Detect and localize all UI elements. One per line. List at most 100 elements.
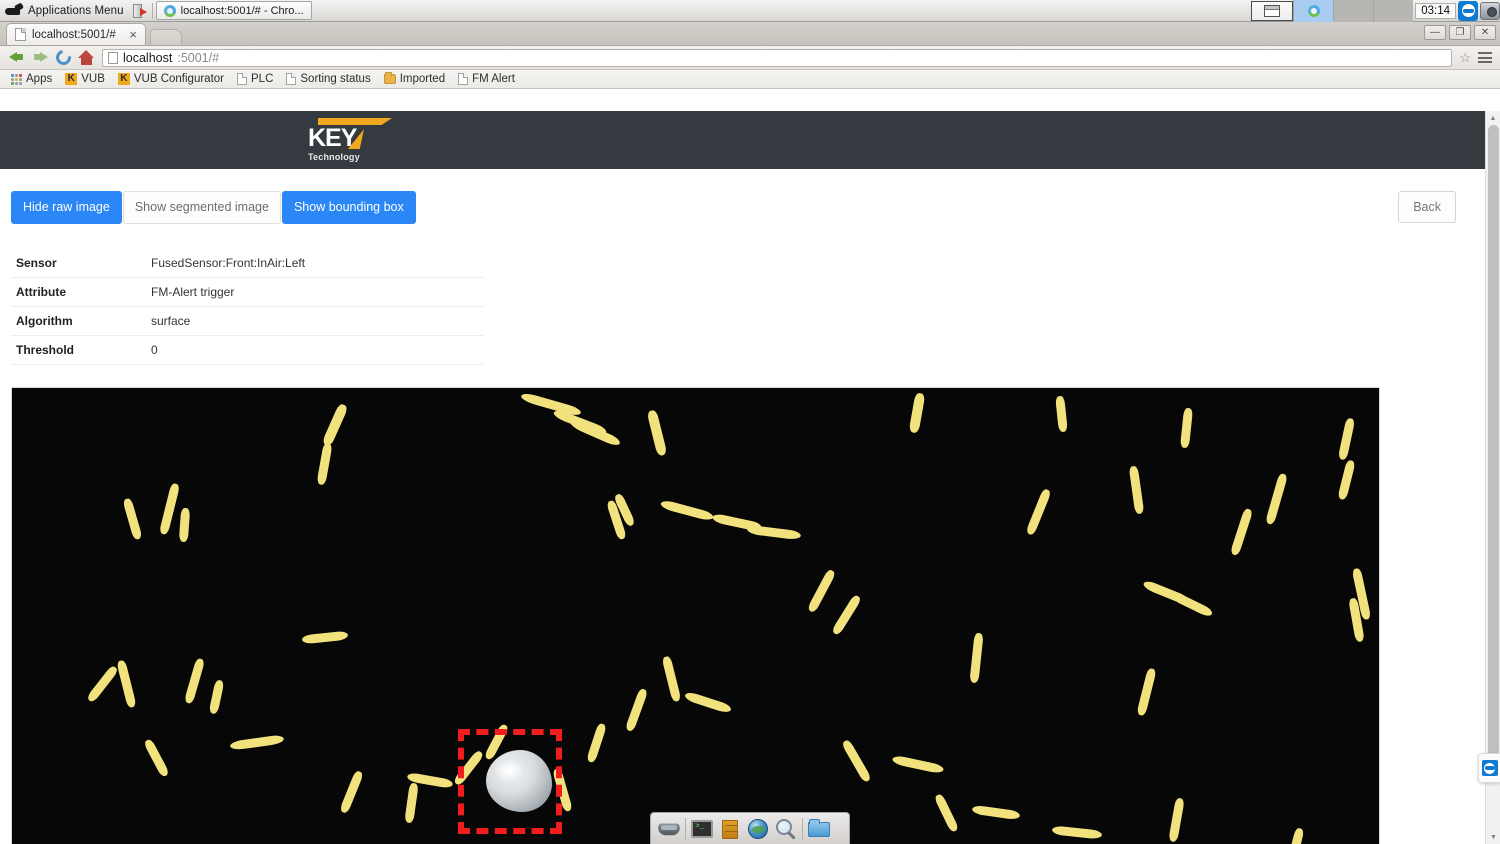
workspace-button-2[interactable] [1293,0,1334,22]
bookmark-label: Sorting status [300,73,371,85]
product-piece [661,655,682,702]
logo-tagline: Technology [308,152,360,162]
camera-icon[interactable] [1480,1,1500,20]
bookmark-plc[interactable]: PLC [232,72,278,86]
bookmarks-bar: Apps K VUB K VUB Configurator PLC Sortin… [0,70,1500,89]
show-bounding-box-button[interactable]: Show bounding box [281,191,416,224]
bookmark-label: Apps [26,73,53,85]
forward-navigation-icon[interactable] [32,49,49,66]
product-piece [831,593,862,636]
product-piece [339,769,364,814]
product-piece [1229,507,1254,556]
hide-raw-image-button[interactable]: Hide raw image [11,191,122,224]
product-piece [1170,590,1214,618]
display-settings-icon[interactable] [657,817,681,841]
desktop-dock [650,812,850,844]
dock-separator [685,817,686,840]
bookmark-star-icon[interactable]: ☆ [1459,50,1471,66]
product-piece [519,391,583,417]
back-button[interactable]: Back [1398,191,1456,224]
dock-separator [802,817,803,840]
workspace-button-4[interactable] [1373,0,1414,22]
reload-icon[interactable] [53,47,74,68]
product-piece [1136,667,1157,716]
bookmark-imported[interactable]: Imported [379,72,450,86]
file-cabinet-icon[interactable] [718,817,742,841]
tab-close-icon[interactable]: × [127,28,139,41]
terminal-icon[interactable] [690,817,714,841]
raw-camera-image[interactable] [11,386,1380,844]
teamviewer-icon [1481,760,1498,776]
bookmark-label: VUB Configurator [133,73,224,85]
bookmark-label: Imported [399,73,446,85]
folder-icon [383,72,396,84]
file-manager-icon[interactable] [807,817,831,841]
maximize-button[interactable]: ❐ [1449,25,1471,40]
product-piece [1128,465,1145,514]
product-piece [586,722,607,763]
bookmark-sorting-status[interactable]: Sorting status [281,72,375,86]
back-navigation-icon[interactable] [8,49,25,66]
browser-tab-strip: localhost:5001/# × — ❐ ✕ [0,22,1500,46]
page-scrollbar[interactable]: ▲ ▼ [1485,111,1500,844]
scroll-down-arrow-icon[interactable]: ▼ [1486,830,1500,844]
teamviewer-side-tab[interactable] [1478,753,1500,783]
product-piece [568,416,622,448]
product-piece [301,630,349,644]
scroll-up-arrow-icon[interactable]: ▲ [1486,111,1500,125]
hamburger-menu-icon[interactable] [1478,52,1492,63]
workspace-button-3[interactable] [1333,0,1374,22]
browser-window: localhost:5001/# × — ❐ ✕ localhost:5001/… [0,22,1500,844]
page-viewport: KEY Technology Hide raw image Show segme… [0,111,1500,844]
product-piece [1288,826,1305,844]
web-browser-icon[interactable] [746,817,770,841]
desktop-taskbar: Applications Menu localhost:5001/# - Chr… [0,0,1500,22]
show-segmented-image-button[interactable]: Show segmented image [122,191,281,224]
key-icon: K [117,73,130,85]
address-bar[interactable]: localhost :5001/# [102,48,1453,67]
bookmark-apps[interactable]: Apps [6,72,57,86]
close-button[interactable]: ✕ [1474,25,1496,40]
row-value: surface [146,306,484,336]
product-piece [1025,487,1052,536]
scrollbar-thumb[interactable] [1488,125,1499,758]
window-controls: — ❐ ✕ [1424,25,1496,40]
bookmark-label: FM Alert [472,73,515,85]
minimize-button[interactable]: — [1424,25,1446,40]
bookmark-label: VUB [81,73,105,85]
search-icon[interactable] [774,817,798,841]
product-piece [122,497,143,540]
row-value: FusedSensor:Front:InAir:Left [146,248,484,278]
taskbar-window-chrome[interactable]: localhost:5001/# - Chro... [155,1,312,20]
workspace-button-1[interactable] [1251,0,1294,21]
bookmark-vub[interactable]: K VUB [60,72,110,86]
product-piece [1168,797,1185,842]
table-row: Attribute FM-Alert trigger [11,277,484,307]
product-piece [1265,472,1288,525]
tab-title: localhost:5001/# [32,28,116,41]
logout-icon[interactable] [132,3,149,19]
taskbar-window-title: localhost:5001/# - Chro... [180,4,304,17]
table-row: Algorithm surface [11,306,484,336]
url-host: localhost [123,50,173,65]
product-piece [659,498,715,522]
web-page: KEY Technology Hide raw image Show segme… [0,111,1485,844]
site-header: KEY Technology [0,111,1485,169]
bookmark-fm-alert[interactable]: FM Alert [453,72,520,86]
bounding-box-overlay [458,728,562,834]
new-tab-button[interactable] [150,29,182,45]
bookmark-vub-configurator[interactable]: K VUB Configurator [113,72,229,86]
url-path: :5001/# [177,50,220,65]
row-key: Sensor [11,248,146,278]
home-icon[interactable] [78,50,95,65]
row-key: Threshold [11,335,146,365]
product-piece [891,754,945,774]
row-key: Attribute [11,277,146,307]
applications-menu-button[interactable]: Applications Menu [0,0,131,22]
teamviewer-icon[interactable] [1458,0,1478,21]
product-piece [933,792,960,833]
page-favicon-icon [108,51,118,64]
window-icon [1264,4,1281,17]
key-icon: K [65,73,78,85]
browser-tab[interactable]: localhost:5001/# × [6,23,146,45]
